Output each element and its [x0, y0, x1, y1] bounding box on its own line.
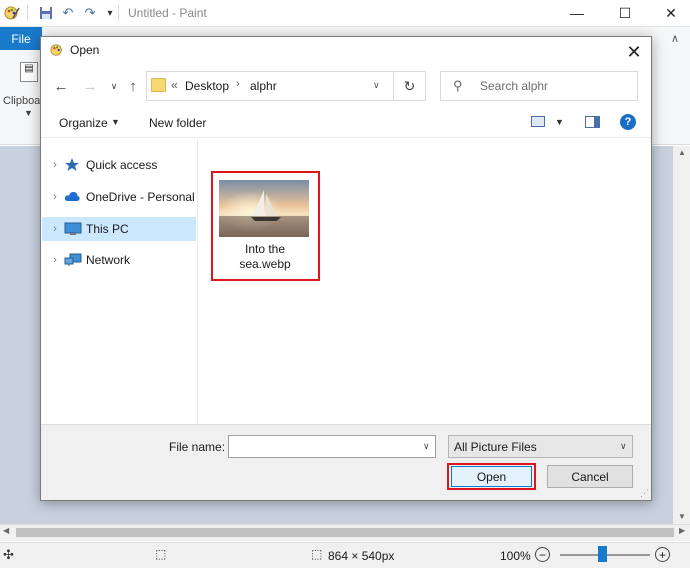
redo-icon[interactable]: ↷ — [82, 5, 98, 21]
scroll-right-icon[interactable]: ▶ — [679, 526, 685, 535]
star-icon — [64, 158, 82, 172]
paint-app-icon — [4, 5, 20, 21]
file-name-input[interactable] — [228, 435, 436, 458]
maximize-icon[interactable]: ☐ — [602, 0, 648, 26]
close-window-icon[interactable]: ✕ — [648, 0, 690, 26]
nav-label: OneDrive - Personal — [86, 190, 195, 204]
scroll-up-icon[interactable]: ▲ — [678, 148, 686, 157]
organize-dropdown-icon[interactable]: ▼ — [111, 117, 120, 127]
nav-item-network[interactable]: › Network — [42, 248, 196, 272]
nav-label: This PC — [86, 222, 129, 236]
image-dimensions: 864 × 540px — [328, 549, 395, 563]
zoom-out-icon[interactable]: − — [535, 547, 550, 562]
breadcrumb-alphr[interactable]: alphr — [250, 79, 277, 93]
file-type-dropdown-icon[interactable]: ∨ — [620, 441, 627, 452]
nav-item-this-pc[interactable]: › This PC — [42, 217, 196, 241]
expand-arrow-icon[interactable]: › — [46, 191, 64, 203]
forward-arrow-icon[interactable]: → — [80, 76, 100, 96]
file-type-select[interactable]: All Picture Files — [448, 435, 633, 458]
zoom-level: 100% — [500, 549, 531, 563]
paste-dropdown-icon[interactable]: ▼ — [24, 108, 33, 118]
file-item-name[interactable]: Into the sea.webp — [216, 242, 314, 272]
expand-arrow-icon[interactable]: › — [46, 159, 64, 171]
file-tab[interactable]: File — [0, 27, 42, 50]
paste-icon[interactable]: ▤ — [20, 62, 38, 82]
zoom-slider-thumb[interactable] — [598, 546, 607, 562]
folder-icon — [151, 78, 166, 92]
navigation-pane — [41, 139, 198, 424]
file-type-value: All Picture Files — [454, 439, 537, 454]
file-name-dropdown-icon[interactable]: ∨ — [423, 441, 430, 452]
scroll-left-icon[interactable]: ◀ — [3, 526, 9, 535]
file-name-line: Into the — [244, 242, 286, 256]
undo-icon[interactable]: ↶ — [60, 5, 76, 21]
file-name-line: sea.webp — [239, 257, 291, 271]
nav-label: Network — [86, 253, 131, 267]
computer-icon — [64, 222, 82, 236]
zoom-in-icon[interactable]: + — [655, 547, 670, 562]
up-arrow-icon[interactable]: ↑ — [123, 76, 143, 96]
cloud-icon — [64, 190, 82, 204]
open-button[interactable]: Open — [451, 466, 532, 487]
title-divider — [118, 5, 119, 21]
nav-label: Quick access — [86, 158, 158, 172]
dialog-close-icon[interactable]: ✕ — [620, 40, 648, 64]
vertical-scrollbar[interactable] — [673, 146, 690, 524]
new-folder-button[interactable]: New folder — [149, 116, 206, 130]
back-arrow-icon[interactable]: ← — [51, 76, 71, 96]
organize-menu-label[interactable]: Organize — [59, 116, 108, 130]
image-thumbnail[interactable] — [219, 180, 309, 237]
dialog-app-icon — [50, 43, 64, 60]
breadcrumb-desktop[interactable]: Desktop — [185, 79, 229, 93]
expand-arrow-icon[interactable]: › — [46, 223, 64, 235]
expand-arrow-icon[interactable]: › — [46, 254, 64, 266]
selection-size-icon: ⬚ — [155, 547, 167, 561]
view-dropdown-icon[interactable]: ▼ — [555, 117, 564, 127]
minimize-icon[interactable]: — — [554, 0, 600, 26]
help-icon[interactable]: ? — [620, 114, 636, 130]
file-name-label: File name: — [169, 440, 226, 454]
image-size-icon: ⬚ — [311, 547, 323, 561]
preview-pane-icon[interactable] — [585, 116, 600, 128]
recent-locations-icon[interactable]: ∨ — [104, 76, 124, 96]
address-dropdown-icon[interactable]: ∨ — [373, 80, 380, 91]
ribbon-collapse-icon[interactable]: ∧ — [671, 32, 679, 45]
resize-grip-icon[interactable]: ⋰ — [640, 488, 649, 499]
customize-qa-icon[interactable]: ▾ — [102, 5, 118, 21]
qa-divider — [27, 5, 28, 21]
search-placeholder: Search alphr — [480, 79, 549, 93]
dialog-title: Open — [70, 43, 100, 57]
cursor-position-icon: ✣ — [3, 547, 14, 562]
network-icon — [64, 253, 82, 267]
cancel-button[interactable]: Cancel — [547, 465, 633, 488]
horizontal-scroll-thumb[interactable] — [16, 528, 674, 537]
breadcrumb-separator-icon: › — [236, 78, 240, 90]
clipboard-group-label: Clipboa — [3, 95, 41, 107]
nav-item-quick-access[interactable]: › Quick access — [42, 153, 196, 177]
window-title: Untitled - Paint — [128, 6, 207, 20]
refresh-icon[interactable]: ↻ — [394, 71, 426, 101]
search-icon: ⚲ — [453, 78, 463, 93]
breadcrumb-overflow-icon[interactable]: « — [171, 78, 178, 92]
nav-item-onedrive[interactable]: › OneDrive - Personal — [42, 185, 196, 209]
scroll-down-icon[interactable]: ▼ — [678, 512, 686, 521]
save-icon[interactable] — [38, 5, 54, 21]
view-mode-icon[interactable] — [531, 116, 545, 127]
